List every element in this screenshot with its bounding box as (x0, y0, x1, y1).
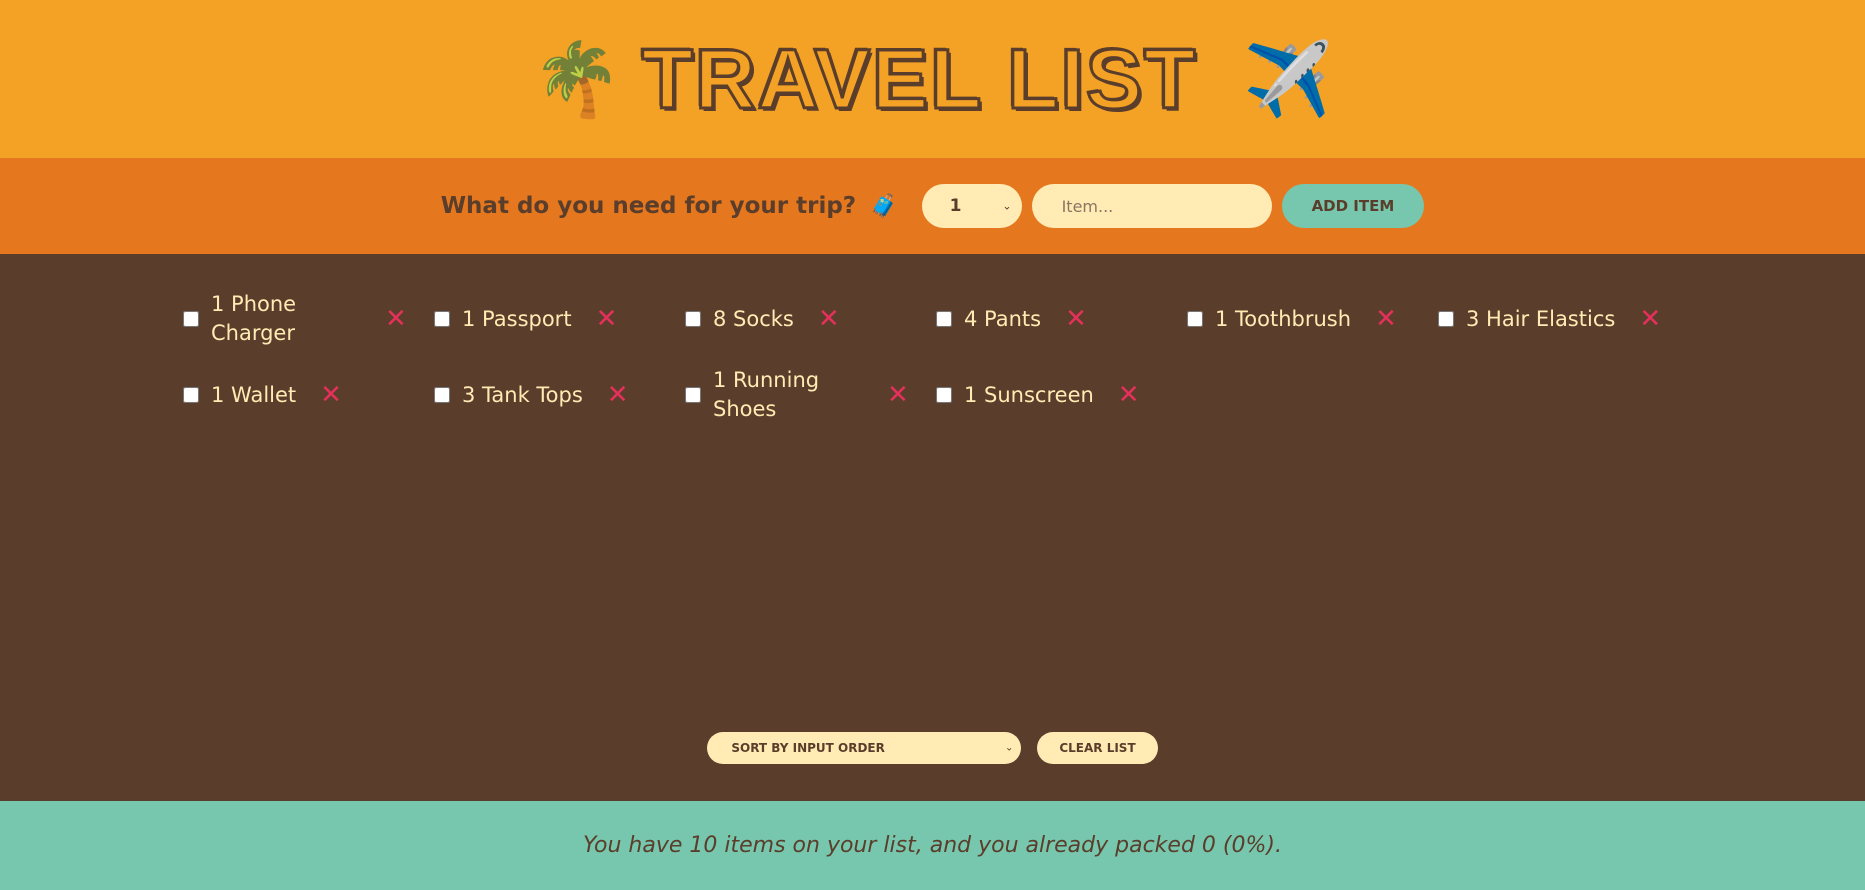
add-item-form: What do you need for your trip? 🧳 1 ⌄ AD… (0, 158, 1865, 254)
packed-checkbox[interactable] (434, 311, 450, 327)
list-item: 1 Wallet ✕ (183, 366, 434, 424)
close-icon[interactable]: ✕ (1118, 382, 1140, 408)
packed-checkbox[interactable] (1187, 311, 1203, 327)
item-label: 1 Phone Charger (211, 292, 297, 345)
list-item: 1 Running Shoes ✕ (685, 366, 936, 424)
stats-text: You have 10 items on your list, and you … (583, 833, 1282, 858)
list-item: 3 Tank Tops ✕ (434, 366, 685, 424)
clear-list-button[interactable]: CLEAR LIST (1037, 732, 1158, 764)
item-label: 1 Passport (462, 306, 572, 331)
packed-checkbox[interactable] (936, 311, 952, 327)
page-title: TRAVEL LIST (640, 30, 1198, 127)
items-list: 1 Phone Charger ✕ 1 Passport ✕ 8 Socks ✕ 4 Pan… (0, 254, 1865, 424)
palm-tree-icon: 🌴 (532, 37, 622, 121)
item-label: 1 Sunscreen (964, 382, 1094, 407)
close-icon[interactable]: ✕ (818, 306, 840, 332)
close-icon[interactable]: ✕ (385, 306, 407, 332)
packed-checkbox[interactable] (183, 311, 199, 327)
item-label: 1 Wallet (211, 382, 297, 407)
close-icon[interactable]: ✕ (887, 382, 909, 408)
item-label: 1 Running Shoes (713, 368, 820, 421)
packed-checkbox[interactable] (183, 387, 199, 403)
packing-list: 1 Phone Charger ✕ 1 Passport ✕ 8 Socks ✕ 4 Pan… (0, 254, 1865, 801)
list-item: 1 Sunscreen ✕ (936, 366, 1187, 424)
close-icon[interactable]: ✕ (1065, 306, 1087, 332)
list-item: 1 Passport ✕ (434, 290, 685, 348)
list-item: 8 Socks ✕ (685, 290, 936, 348)
item-label: 8 Socks (713, 306, 794, 331)
item-label: 4 Pants (964, 306, 1042, 331)
close-icon[interactable]: ✕ (607, 382, 629, 408)
airplane-icon: ✈️ (1243, 37, 1333, 121)
list-item: 1 Toothbrush ✕ (1187, 290, 1438, 348)
close-icon[interactable]: ✕ (596, 306, 618, 332)
packed-checkbox[interactable] (685, 387, 701, 403)
app-header: 🌴 TRAVEL LIST ✈️ (0, 0, 1865, 158)
add-item-button[interactable]: ADD ITEM (1281, 184, 1425, 228)
close-icon[interactable]: ✕ (1375, 306, 1397, 332)
sort-select-wrapper: SORT BY INPUT ORDER ⌄ (707, 732, 1022, 764)
close-icon[interactable]: ✕ (1639, 306, 1661, 332)
packed-checkbox[interactable] (434, 387, 450, 403)
list-item: 3 Hair Elastics ✕ (1438, 290, 1689, 348)
item-label: 3 Tank Tops (462, 382, 583, 407)
item-label: 3 Hair Elastics (1466, 306, 1616, 331)
item-label: 1 Toothbrush (1215, 306, 1352, 331)
list-item: 1 Phone Charger ✕ (183, 290, 434, 348)
packed-checkbox[interactable] (1438, 311, 1454, 327)
list-actions: SORT BY INPUT ORDER ⌄ CLEAR LIST (0, 732, 1865, 764)
packed-checkbox[interactable] (685, 311, 701, 327)
luggage-icon: 🧳 (870, 194, 898, 219)
quantity-select-wrapper: 1 ⌄ (921, 184, 1022, 228)
form-question: What do you need for your trip? 🧳 (441, 193, 898, 219)
stats-footer: You have 10 items on your list, and you … (0, 801, 1865, 890)
list-item: 4 Pants ✕ (936, 290, 1187, 348)
form-question-text: What do you need for your trip? (440, 193, 857, 219)
sort-select[interactable]: SORT BY INPUT ORDER (707, 732, 1022, 764)
packed-checkbox[interactable] (936, 387, 952, 403)
item-input[interactable] (1031, 184, 1272, 228)
close-icon[interactable]: ✕ (320, 382, 342, 408)
quantity-select[interactable]: 1 (921, 184, 1022, 228)
